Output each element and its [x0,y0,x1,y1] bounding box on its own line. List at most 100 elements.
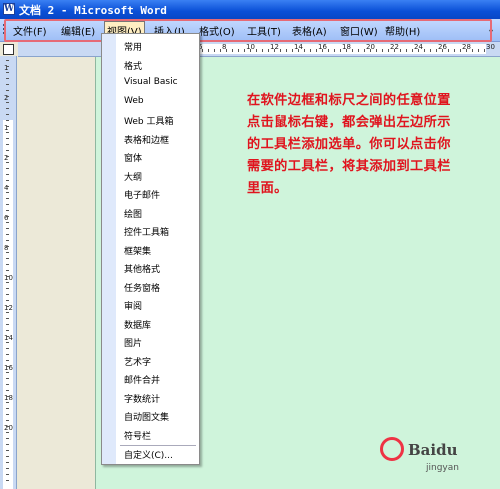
ruler-tick-mark [6,288,9,289]
ruler-tick-mark [6,462,9,463]
annotation-line: 点击鼠标右键，都会弹出左边所示 [247,115,451,130]
ruler-tick-mark [310,49,311,52]
ruler-tick-mark [6,396,9,397]
annotation-line: 里面。 [247,181,288,196]
ruler-tick-mark [256,49,257,52]
ruler-tick-mark [376,49,377,52]
toolbar-grip-icon[interactable] [3,24,5,36]
ruler-tick-mark [6,186,9,187]
ruler-tick-mark [6,336,9,337]
ruler-tick-mark [6,120,9,121]
toolbar-menu-item[interactable]: 窗体 [124,151,142,164]
toolbar-menu-item[interactable]: 其他格式 [124,262,160,275]
title-bar: W 文档 2 - Microsoft Word [0,0,500,19]
ruler-tick-mark [442,49,443,52]
toolbar-menu-item[interactable]: 图片 [124,336,142,349]
toolbar-menu-item[interactable]: 符号栏 [124,429,151,442]
ruler-tick-mark [6,72,9,73]
toolbar-menu-item[interactable]: 字数统计 [124,392,160,405]
ruler-tick-mark [6,156,9,157]
ruler-tick-mark [6,474,9,475]
toolbar-options-icon[interactable]: ▾ [489,27,493,36]
ruler-tick-mark [382,49,383,52]
tab-selector-icon[interactable] [3,44,14,55]
ruler-tick-mark [6,300,9,301]
toolbar-menu-item[interactable]: 表格和边框 [124,133,169,146]
ruler-tick-mark [370,49,371,52]
ruler-tick-mark [6,168,9,169]
toolbar-menu-item[interactable]: 绘图 [124,207,142,220]
ruler-tick-mark [6,444,9,445]
toolbar-menu-item[interactable]: 常用 [124,40,142,53]
toolbar-menu-item[interactable]: 框架集 [124,244,151,257]
toolbar-menu-item[interactable]: 邮件合并 [124,373,160,386]
toolbar-menu-item[interactable]: 审阅 [124,299,142,312]
watermark-logo-text: Baidu [408,441,458,459]
menu-table[interactable]: 表格(A) [292,23,327,38]
toolbar-menu-item[interactable]: 电子邮件 [124,188,160,201]
ruler-tick-mark [6,390,9,391]
ruler-tick-mark [6,126,9,127]
toolbar-menu-item[interactable]: Visual Basic [124,77,178,87]
ruler-tick-mark [214,49,215,52]
toolbar-menu-item[interactable]: Web 工具箱 [124,114,173,127]
ruler-tick-mark [6,408,9,409]
ruler-tick-mark [6,426,9,427]
customize-menu-item[interactable]: 自定义(C)... [124,448,173,461]
ruler-tick-mark [340,49,341,52]
ruler-tick-mark [6,192,9,193]
toolbar-menu-item[interactable]: 数据库 [124,318,151,331]
ruler-tick-mark [6,144,9,145]
menu-file[interactable]: 文件(F) [13,23,47,38]
menu-help[interactable]: 帮助(H) [385,23,420,38]
toolbar-menu-item[interactable]: 格式 [124,59,142,72]
ruler-tick-mark [6,180,9,181]
ruler-tick-mark [6,402,9,403]
toolbar-menu-item[interactable]: 控件工具箱 [124,225,169,238]
vertical-ruler[interactable]: 1 2 1 2 4 6 8 10 12 14 16 18 20 [0,44,17,489]
toolbar-menu-item[interactable]: Web [124,96,144,106]
ruler-tick-mark [6,432,9,433]
ruler-tick-mark [292,49,293,52]
ruler-tick-mark [6,252,9,253]
ruler-tick-mark [6,198,9,199]
horizontal-ruler[interactable]: 2468101214161820222426283032 [18,42,500,57]
menu-format[interactable]: 格式(O) [199,23,235,38]
ruler-tick-mark [448,49,449,52]
toolbar-menu-item[interactable]: 大纲 [124,170,142,183]
word-app-icon: W [3,3,15,15]
ruler-tick-mark [6,240,9,241]
menu-edit[interactable]: 编辑(E) [61,23,95,38]
ruler-tick-mark [6,270,9,271]
ruler-tick-mark [208,49,209,52]
ruler-tick-mark [6,480,9,481]
annotation-line: 的工具栏添加选单。你可以点击你 [247,137,451,152]
ruler-tick-mark [6,348,9,349]
toolbar-menu-item[interactable]: 任务窗格 [124,281,160,294]
ruler-tick-mark [346,49,347,52]
ruler-tick-mark [6,78,9,79]
ruler-tick-mark [406,49,407,52]
toolbar-menu-item[interactable]: 艺术字 [124,355,151,368]
toolbar-menu-item[interactable]: 自动图文集 [124,410,169,423]
ruler-tick-mark [6,384,9,385]
tutorial-annotation: 在软件边框和标尺之间的任意位置 点击鼠标右键，都会弹出左边所示 的工具栏添加选单… [247,90,487,200]
ruler-tick-mark [460,49,461,52]
ruler-tick-mark [6,294,9,295]
ruler-tick-mark [6,216,9,217]
ruler-tick-mark [6,318,9,319]
ruler-tick-mark [232,49,233,52]
ruler-tick-mark [454,49,455,52]
ruler-tick-mark [6,420,9,421]
ruler-tick-mark [6,246,9,247]
ruler-tick-mark [298,49,299,52]
menu-window[interactable]: 窗口(W) [340,23,378,38]
menu-tools[interactable]: 工具(T) [247,23,281,38]
ruler-tick-mark [226,49,227,52]
ruler-tick-mark [202,49,203,52]
ruler-tick-mark [466,49,467,52]
watermark-sub-text: jingyan [426,463,459,473]
ruler-tick-mark [6,276,9,277]
baidu-logo-icon [380,437,404,461]
ruler-tick-mark [352,49,353,52]
